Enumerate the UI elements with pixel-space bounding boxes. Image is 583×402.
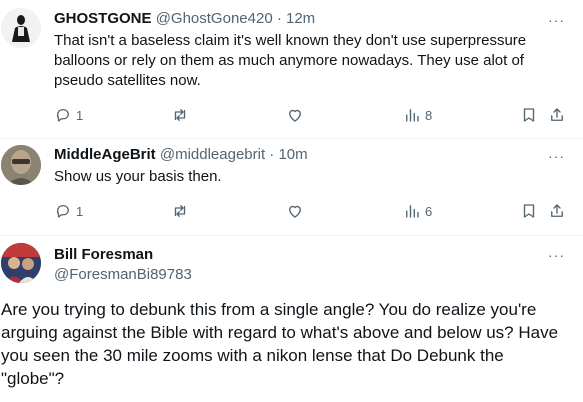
views-count: 8 [425,107,433,123]
share-icon [551,108,563,121]
share-button[interactable] [548,201,566,221]
views-icon [406,109,419,122]
views-icon [406,205,419,218]
reply-button[interactable]: 1 [54,105,83,125]
bookmark-button[interactable] [520,105,538,125]
bookmark-icon [523,108,535,122]
retweet-icon [174,205,186,217]
timestamp[interactable]: 10m [278,146,307,163]
retweet-button[interactable] [171,201,189,221]
more-icon[interactable]: ··· [548,149,565,163]
like-button[interactable] [286,105,304,125]
more-icon[interactable]: ··· [548,248,565,262]
separator: · [276,10,282,27]
views-count: 6 [425,203,433,219]
retweet-icon [174,109,186,121]
main-post: Bill Foresman @ForesmanBi89783 Are you t… [0,235,583,402]
tweet-header: MiddleAgeBrit @middleagebrit · 10m [54,145,308,165]
timestamp[interactable]: 12m [286,10,315,27]
author-name[interactable]: MiddleAgeBrit [54,146,156,163]
share-button[interactable] [548,105,566,125]
retweet-button[interactable] [171,105,189,125]
tweet-header: GHOSTGONE @GhostGone420 · 12m [54,9,315,29]
post-text: Are you trying to debunk this from a sin… [1,300,559,388]
tweet-actions: 1 8 [54,105,567,125]
views-button[interactable]: 8 [403,105,432,125]
author-name[interactable]: Bill Foresman [54,245,153,265]
author-name[interactable]: GHOSTGONE [54,10,152,27]
author-handle[interactable]: @middleagebrit [160,146,265,163]
reply-icon [56,109,69,122]
more-icon[interactable]: ··· [548,13,565,27]
tweet-text: Show us your basis then. [54,168,222,185]
tweet-actions: 1 6 [54,201,567,221]
author-handle[interactable]: @ForesmanBi89783 [54,265,192,285]
like-icon [289,109,301,122]
bookmark-icon [523,204,535,218]
author-handle[interactable]: @GhostGone420 [156,10,273,27]
avatar[interactable] [1,145,41,185]
reply-tweet[interactable]: MiddleAgeBrit @middleagebrit · 10m Show … [0,139,583,236]
reply-count: 1 [76,107,84,123]
reply-icon [56,205,69,218]
separator: · [269,146,275,163]
views-button[interactable]: 6 [403,201,432,221]
like-icon [289,205,301,218]
tweet-text: That isn't a baseless claim it's well kn… [54,32,527,89]
share-icon [551,204,563,217]
avatar[interactable] [1,243,41,283]
avatar[interactable] [1,8,41,48]
like-button[interactable] [286,201,304,221]
reply-button[interactable]: 1 [54,201,83,221]
reply-tweet[interactable]: GHOSTGONE @GhostGone420 · 12m ··· That i… [0,0,583,139]
reply-count: 1 [76,203,84,219]
bookmark-button[interactable] [520,201,538,221]
